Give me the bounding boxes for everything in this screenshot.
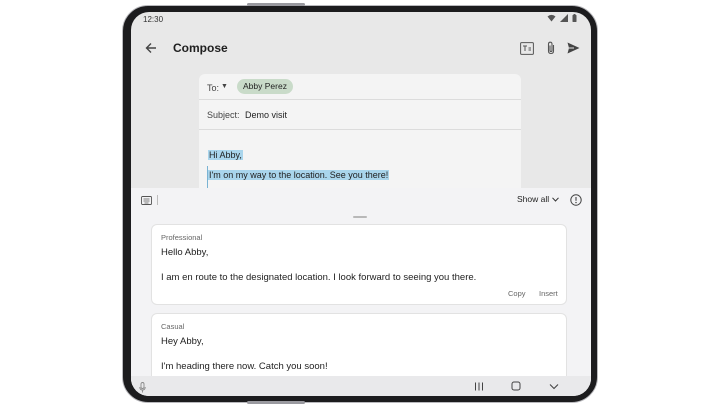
template-icon <box>520 41 534 55</box>
subject-field[interactable]: Demo visit <box>245 110 287 120</box>
hide-keyboard-button[interactable] <box>547 379 561 393</box>
navigation-bar <box>131 376 591 396</box>
to-dropdown-caret-icon[interactable]: ▼ <box>221 83 228 90</box>
compose-card: To: ▼ Abby Perez Subject: Demo visit Hi … <box>199 74 521 204</box>
info-button[interactable] <box>569 193 583 207</box>
wifi-icon <box>547 14 556 22</box>
chevron-down-icon <box>549 383 559 389</box>
show-all-dropdown[interactable]: Show all <box>517 194 560 204</box>
body-line-greeting[interactable]: Hi Abby, <box>208 150 243 160</box>
suggestion-style-label: Professional <box>161 233 203 242</box>
battery-icon <box>572 14 577 22</box>
device-hinge-top <box>247 3 305 6</box>
drag-handle[interactable] <box>353 216 367 218</box>
back-button[interactable] <box>139 36 163 60</box>
keyboard-toggle-button[interactable] <box>139 193 153 207</box>
recipient-chip[interactable]: Abby Perez <box>237 79 293 94</box>
attach-button[interactable] <box>539 36 563 60</box>
microphone-icon <box>139 382 146 393</box>
status-time: 12:30 <box>143 15 164 24</box>
body-line-message[interactable]: I'm on my way to the location. See you t… <box>208 170 390 180</box>
send-button[interactable] <box>561 36 585 60</box>
page-title: Compose <box>173 41 228 55</box>
foldable-device-frame: 12:30 Compose To: ▼ Abby Perez Subject: … <box>122 5 598 403</box>
voice-input-button[interactable] <box>139 380 146 396</box>
subject-label: Subject: <box>207 110 240 120</box>
suggestion-text: I am en route to the designated location… <box>161 272 477 283</box>
suggestion-card-casual[interactable]: Casual Hey Abby, I'm heading there now. … <box>151 313 567 383</box>
show-all-label: Show all <box>517 194 550 204</box>
subject-row: Subject: Demo visit <box>199 100 521 130</box>
to-row: To: ▼ Abby Perez <box>199 74 521 100</box>
insert-button[interactable]: Insert <box>539 289 558 298</box>
template-button[interactable] <box>515 36 539 60</box>
writing-assist-panel: Show all Professional Hello Abby, I am e… <box>131 188 591 396</box>
recent-apps-icon <box>475 382 483 390</box>
suggestion-card-professional[interactable]: Professional Hello Abby, I am en route t… <box>151 224 567 305</box>
home-icon <box>511 381 521 391</box>
app-bar: Compose <box>131 28 591 68</box>
paperclip-icon <box>547 41 555 55</box>
arrow-back-icon <box>145 43 156 53</box>
cellular-signal-icon <box>560 14 568 22</box>
keyboard-icon <box>140 195 152 205</box>
suggestion-greeting: Hello Abby, <box>161 247 209 258</box>
device-hinge-bottom <box>247 401 305 404</box>
suggestion-style-label: Casual <box>161 322 185 331</box>
info-icon <box>570 194 582 206</box>
suggestion-greeting: Hey Abby, <box>161 336 204 347</box>
chevron-down-icon <box>552 196 560 202</box>
toolbar-divider <box>157 195 158 205</box>
send-icon <box>567 42 579 54</box>
suggestion-text: I'm heading there now. Catch you soon! <box>161 361 328 372</box>
copy-button[interactable]: Copy <box>508 289 526 298</box>
status-bar: 12:30 <box>131 12 591 28</box>
home-button[interactable] <box>509 379 523 393</box>
to-label: To: <box>207 83 220 93</box>
device-screen: 12:30 Compose To: ▼ Abby Perez Subject: … <box>131 12 591 396</box>
status-icons <box>547 14 577 22</box>
recent-apps-button[interactable] <box>472 379 486 393</box>
